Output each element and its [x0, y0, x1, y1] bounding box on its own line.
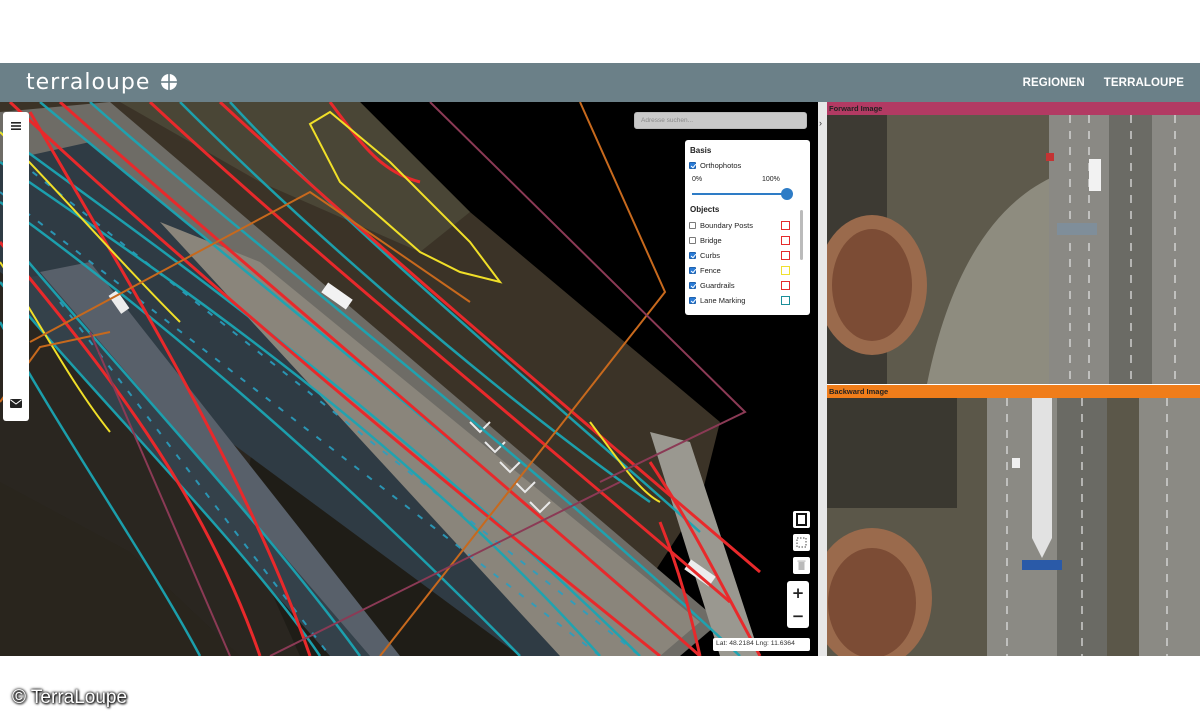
- trash-icon[interactable]: [793, 557, 810, 574]
- zoom-out-button[interactable]: −: [787, 604, 809, 627]
- bridge-checkbox[interactable]: [689, 237, 696, 244]
- layer-color-swatch: [781, 236, 790, 245]
- forward-image-header: Forward Image: [827, 102, 1200, 115]
- nav-regionen[interactable]: REGIONEN: [1023, 77, 1085, 89]
- layer-label: Bridge: [700, 236, 722, 245]
- nav-terraloupe[interactable]: TERRALOUPE: [1104, 77, 1184, 89]
- layer-label: Guardrails: [700, 281, 735, 290]
- layer-row-boundary-posts[interactable]: Boundary Posts: [689, 220, 804, 231]
- menu-icon[interactable]: [11, 122, 21, 130]
- top-bar: terraloupe REGIONEN TERRALOUPE: [0, 63, 1200, 102]
- brand-name: terraloupe: [26, 69, 151, 95]
- layer-row-guardrails[interactable]: Guardrails: [689, 280, 804, 291]
- forward-aerial-photo: [827, 115, 1200, 384]
- coordinate-readout: Lat: 48.2184 Lng: 11.6364: [713, 638, 810, 651]
- copyright-notice: © TerraLoupe: [12, 687, 128, 708]
- forward-image[interactable]: [827, 115, 1200, 384]
- layer-color-swatch: [781, 221, 790, 230]
- curbs-checkbox[interactable]: [689, 252, 696, 259]
- zoom-control: + −: [787, 581, 809, 628]
- layer-label: Boundary Posts: [700, 221, 753, 230]
- brand-logo[interactable]: terraloupe: [26, 69, 178, 95]
- backward-image-header: Backward Image: [827, 385, 1200, 398]
- chevron-right-icon: ›: [819, 118, 822, 128]
- opacity-slider[interactable]: [692, 188, 793, 200]
- layer-row-bridge[interactable]: Bridge: [689, 235, 804, 246]
- layer-label: Fence: [700, 266, 721, 275]
- guardrails-checkbox[interactable]: [689, 282, 696, 289]
- layer-list-scrollbar[interactable]: [800, 210, 803, 260]
- layer-color-swatch: [781, 296, 790, 305]
- layer-row-fence[interactable]: Fence: [689, 265, 804, 276]
- opacity-slider-handle[interactable]: [781, 188, 793, 200]
- zoom-in-button[interactable]: +: [787, 581, 809, 604]
- mail-icon[interactable]: [10, 399, 22, 408]
- layer-row-lane-marking[interactable]: Lane Marking: [689, 295, 804, 306]
- book-icon[interactable]: [793, 511, 810, 528]
- layer-color-swatch: [781, 251, 790, 260]
- app-root: terraloupe REGIONEN TERRALOUPE Adresse s…: [0, 0, 1200, 720]
- select-area-icon[interactable]: [793, 534, 810, 551]
- map-view[interactable]: Adresse suchen... Basis Orthophotos 0% 1…: [0, 102, 818, 656]
- layer-label: Lane Marking: [700, 296, 746, 305]
- backward-image[interactable]: [827, 398, 1200, 656]
- address-search-input[interactable]: Adresse suchen...: [634, 112, 807, 129]
- backward-aerial-photo: [827, 398, 1200, 656]
- fence-checkbox[interactable]: [689, 267, 696, 274]
- layer-color-swatch: [781, 266, 790, 275]
- brand-mark-icon: [161, 74, 178, 90]
- lane-marking-checkbox[interactable]: [689, 297, 696, 304]
- opacity-min-label: 0%: [692, 176, 703, 183]
- layer-color-swatch: [781, 281, 790, 290]
- orthophotos-checkbox[interactable]: [689, 162, 696, 169]
- left-sidebar: [3, 112, 29, 421]
- basis-heading: Basis: [690, 146, 712, 155]
- orthophotos-label: Orthophotos: [700, 161, 742, 170]
- layer-control: Basis Orthophotos 0% 100% Objects Bounda…: [685, 140, 810, 315]
- layer-row-curbs[interactable]: Curbs: [689, 250, 804, 261]
- opacity-max-label: 100%: [762, 176, 780, 183]
- layer-label: Curbs: [700, 251, 721, 260]
- panel-collapse-handle[interactable]: ›: [818, 102, 827, 656]
- objects-heading: Objects: [690, 205, 720, 214]
- main-nav: REGIONEN TERRALOUPE: [1023, 63, 1184, 102]
- boundary-posts-checkbox[interactable]: [689, 222, 696, 229]
- opacity-slider-fill: [692, 193, 784, 195]
- orthophotos-toggle[interactable]: Orthophotos: [689, 160, 804, 171]
